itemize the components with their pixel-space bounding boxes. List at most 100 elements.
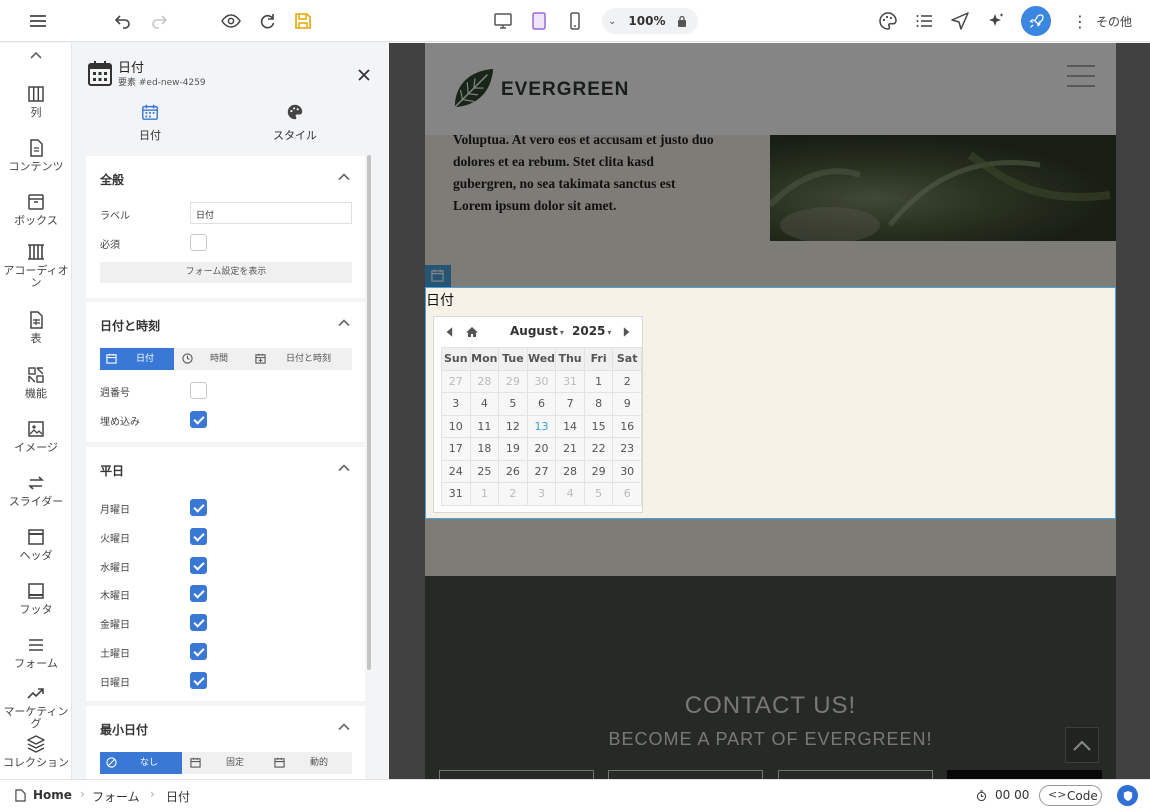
month-select[interactable]: August ▾ — [510, 324, 564, 338]
year-select[interactable]: 2025 ▾ — [572, 324, 611, 338]
calendar-day[interactable]: 30 — [612, 459, 642, 483]
calendar-day[interactable]: 18 — [469, 437, 500, 461]
refresh-icon[interactable] — [253, 7, 281, 35]
weekday-checkbox[interactable] — [190, 614, 207, 632]
publish-rocket-icon[interactable] — [1021, 6, 1051, 36]
calendar-day[interactable]: 31 — [441, 482, 471, 506]
weekday-checkbox[interactable] — [190, 671, 207, 689]
rail-item-0[interactable]: 列 — [0, 84, 71, 119]
editor-canvas[interactable]: EVERGREEN Voluptua. At vero eos et accus… — [389, 43, 1150, 779]
chevron-up-icon[interactable] — [337, 170, 351, 184]
calendar-day[interactable]: 27 — [441, 369, 471, 393]
weekday-checkbox[interactable] — [190, 585, 207, 603]
calendar-day[interactable]: 20 — [526, 437, 557, 461]
rail-item-8[interactable]: ヘッダ — [0, 527, 71, 562]
home-icon[interactable] — [465, 326, 479, 338]
list-icon[interactable] — [910, 7, 938, 35]
calendar-day[interactable]: 17 — [441, 437, 471, 461]
chevron-up-icon[interactable] — [337, 316, 351, 330]
calendar-day[interactable]: 7 — [555, 392, 585, 416]
calendar-day[interactable]: 14 — [555, 414, 585, 438]
desktop-view-icon[interactable] — [489, 7, 517, 35]
close-icon[interactable] — [357, 67, 371, 81]
calendar-day[interactable]: 29 — [583, 459, 614, 483]
weekday-checkbox[interactable] — [190, 527, 207, 545]
rail-item-6[interactable]: イメージ — [0, 419, 71, 454]
date-form-element[interactable]: 日付 August ▾ 2025 ▾ Sun Mon Tue Wed Thu Fri Sat 2… — [425, 287, 1116, 519]
rail-item-7[interactable]: スライダー — [0, 473, 71, 508]
weekday-checkbox[interactable] — [190, 556, 207, 574]
calendar-day[interactable]: 4 — [469, 392, 500, 416]
palette-icon[interactable] — [874, 7, 902, 35]
calendar-day[interactable]: 28 — [469, 369, 500, 393]
calendar-day[interactable]: 3 — [441, 392, 471, 416]
mobile-view-icon[interactable] — [561, 7, 589, 35]
preview-eye-icon[interactable] — [217, 7, 245, 35]
breadcrumb-home[interactable]: Home — [33, 788, 72, 802]
calendar-day[interactable]: 13 — [526, 414, 557, 438]
calendar-day[interactable]: 4 — [555, 482, 585, 506]
calendar-day[interactable]: 2 — [498, 482, 528, 506]
rail-item-12[interactable]: コレクション — [0, 734, 71, 769]
calendar-day[interactable]: 26 — [498, 459, 528, 483]
calendar-day[interactable]: 3 — [526, 482, 557, 506]
calendar-day[interactable]: 2 — [612, 369, 642, 393]
calendar-day[interactable]: 1 — [469, 482, 500, 506]
segment-datetime[interactable]: 日付と時刻 — [250, 348, 352, 370]
more-menu[interactable]: ⋮ その他 — [1072, 0, 1132, 42]
segment-fixed[interactable]: 固定 — [184, 752, 266, 774]
panel-scrollbar[interactable] — [367, 155, 371, 670]
calendar-day[interactable]: 25 — [469, 459, 500, 483]
rail-item-3[interactable]: アコーディオン — [0, 242, 71, 289]
calendar-day[interactable]: 16 — [612, 414, 642, 438]
chevron-up-icon[interactable] — [337, 461, 351, 475]
calendar-day[interactable]: 31 — [555, 369, 585, 393]
calendar-day[interactable]: 24 — [441, 459, 471, 483]
chevron-up-icon[interactable] — [337, 720, 351, 734]
calendar-day[interactable]: 6 — [526, 392, 557, 416]
calendar-day[interactable]: 5 — [583, 482, 614, 506]
ai-sparkle-icon[interactable] — [982, 7, 1010, 35]
calendar-day[interactable]: 5 — [498, 392, 528, 416]
shield-icon[interactable] — [1117, 785, 1138, 806]
calendar-day[interactable]: 10 — [441, 414, 471, 438]
calendar-day[interactable]: 12 — [498, 414, 528, 438]
calendar-day[interactable]: 27 — [526, 459, 557, 483]
week-number-checkbox[interactable] — [190, 382, 207, 399]
label-input[interactable]: 日付 — [190, 202, 352, 224]
calendar-day[interactable]: 15 — [583, 414, 614, 438]
rail-item-10[interactable]: フォーム — [0, 635, 71, 670]
save-icon[interactable] — [289, 7, 317, 35]
breadcrumb-form[interactable]: フォーム — [92, 788, 140, 805]
calendar-day[interactable]: 23 — [612, 437, 642, 461]
segment-date[interactable]: 日付 — [100, 348, 174, 370]
weekday-checkbox[interactable] — [190, 643, 207, 660]
calendar-day[interactable]: 19 — [498, 437, 528, 461]
menu-icon[interactable] — [24, 7, 52, 35]
tab-style[interactable]: スタイル — [235, 103, 355, 143]
rail-item-4[interactable]: 表 — [0, 310, 71, 345]
segment-none[interactable]: なし — [100, 752, 182, 774]
calendar-day[interactable]: 8 — [583, 392, 614, 416]
lock-icon[interactable] — [677, 15, 687, 27]
calendar-day[interactable]: 30 — [526, 369, 557, 393]
form-settings-button[interactable]: フォーム設定を表示 — [100, 262, 352, 283]
rail-item-9[interactable]: フッタ — [0, 581, 71, 616]
segment-time[interactable]: 時間 — [176, 348, 248, 370]
redo-icon[interactable] — [145, 7, 173, 35]
calendar-day[interactable]: 1 — [583, 369, 614, 393]
rail-item-5[interactable]: 機能 — [0, 365, 71, 400]
calendar-day[interactable]: 29 — [498, 369, 528, 393]
required-checkbox[interactable] — [190, 234, 207, 251]
calendar-day[interactable]: 21 — [555, 437, 585, 461]
calendar-day[interactable]: 9 — [612, 392, 642, 416]
rail-item-1[interactable]: コンテンツ — [0, 138, 71, 173]
rail-item-11[interactable]: マーケティング — [0, 683, 71, 730]
segment-dynamic[interactable]: 動的 — [268, 752, 352, 774]
calendar-day[interactable]: 22 — [583, 437, 614, 461]
chevron-up-icon[interactable] — [28, 46, 44, 59]
navigation-icon[interactable] — [946, 7, 974, 35]
weekday-checkbox[interactable] — [190, 499, 207, 516]
undo-icon[interactable] — [109, 7, 137, 35]
embed-checkbox[interactable] — [190, 411, 207, 428]
